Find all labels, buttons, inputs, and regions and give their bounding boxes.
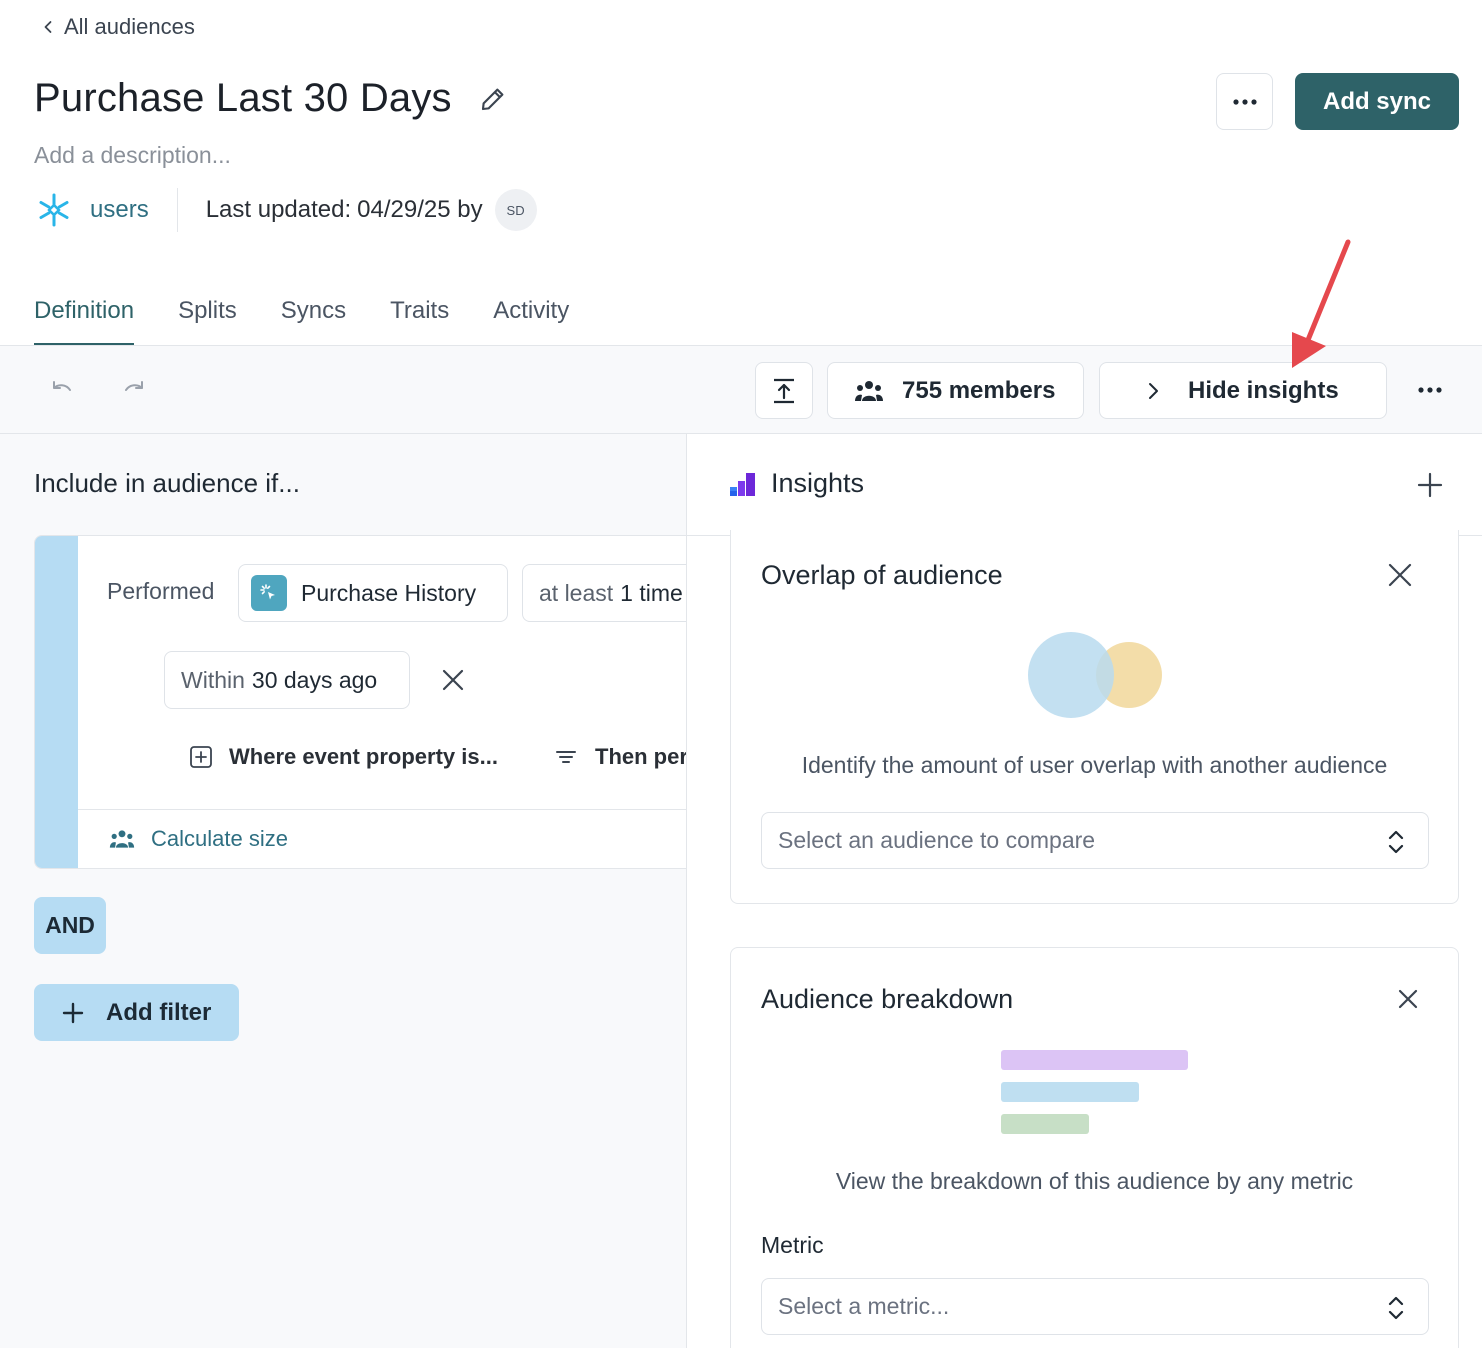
condition-stripe	[35, 536, 78, 868]
venn-diagram-illustration	[1028, 632, 1162, 718]
illustration-bar	[1001, 1082, 1139, 1102]
back-link-label: All audiences	[64, 14, 195, 39]
more-options-button[interactable]	[1216, 73, 1273, 130]
add-filter-button[interactable]: Add filter	[34, 984, 239, 1041]
source-link[interactable]: users	[36, 188, 178, 232]
ellipsis-icon	[1232, 98, 1257, 105]
insights-header: Insights	[687, 434, 1482, 536]
bar-chart-icon	[730, 472, 755, 496]
redo-icon[interactable]	[120, 378, 148, 402]
definition-heading: Include in audience if...	[34, 468, 300, 498]
back-to-audiences-link[interactable]: All audiences	[40, 14, 195, 40]
chevron-right-icon	[1149, 382, 1158, 399]
tab-syncs[interactable]: Syncs	[281, 288, 346, 346]
frequency-value: 1 time	[620, 579, 683, 606]
breakdown-card: Audience breakdown View the breakdown of…	[730, 947, 1459, 1348]
tab-definition[interactable]: Definition	[34, 288, 135, 346]
hide-insights-label: Hide insights	[1188, 376, 1339, 404]
chevron-up-down-icon	[1388, 1296, 1404, 1320]
users-icon	[855, 380, 883, 401]
avatar: SD	[494, 189, 537, 231]
source-name: users	[90, 196, 149, 223]
add-where-property-button[interactable]: Where event property is...	[189, 744, 498, 770]
toolbar-more-button[interactable]	[1410, 378, 1450, 402]
where-label: Where event property is...	[229, 744, 498, 769]
overlap-description: Identify the amount of user overlap with…	[801, 752, 1388, 778]
event-condition-card: Performed Purchase History at least 1 ti…	[34, 535, 686, 869]
then-label: Then performed	[595, 744, 686, 769]
users-icon	[109, 830, 135, 848]
breakdown-illustration	[1001, 1050, 1191, 1140]
frequency-prefix: at least	[539, 579, 614, 606]
insights-title: Insights	[771, 468, 865, 498]
undo-icon[interactable]	[48, 378, 76, 402]
then-performed-button[interactable]: Then performed	[555, 744, 686, 770]
event-name: Purchase History	[301, 579, 477, 606]
calculate-size-label: Calculate size	[151, 826, 288, 851]
within-value: 30 days ago	[251, 666, 378, 693]
frequency-select[interactable]: at least 1 time	[522, 564, 686, 622]
filter-lines-icon	[556, 751, 576, 763]
last-updated-value: 04/29/25 by	[357, 196, 483, 223]
tab-splits[interactable]: Splits	[178, 288, 237, 346]
click-event-icon	[251, 575, 287, 611]
upload-icon	[774, 378, 794, 403]
compare-audience-placeholder: Select an audience to compare	[778, 827, 1096, 853]
description-field[interactable]: Add a description...	[34, 142, 231, 169]
hide-insights-button[interactable]: Hide insights	[1099, 362, 1387, 419]
members-count-label: 755 members	[902, 376, 1056, 404]
remove-time-window-icon[interactable]	[441, 668, 465, 692]
within-prefix: Within	[181, 666, 245, 693]
illustration-bar	[1001, 1114, 1089, 1134]
tab-activity[interactable]: Activity	[493, 288, 569, 346]
overlap-title: Overlap of audience	[761, 560, 1003, 590]
tab-bar: Definition Splits Syncs Traits Activity	[34, 288, 569, 346]
export-button[interactable]	[755, 362, 813, 419]
calculate-size-button[interactable]: Calculate size	[109, 826, 288, 852]
performed-label: Performed	[107, 578, 215, 604]
plus-square-icon	[190, 746, 212, 768]
breakdown-description: View the breakdown of this audience by a…	[835, 1168, 1354, 1194]
compare-audience-select[interactable]: Select an audience to compare	[761, 812, 1429, 869]
insights-panel: Insights Overlap of audience Identify th…	[686, 434, 1482, 1348]
time-window-select[interactable]: Within 30 days ago	[164, 651, 410, 709]
chevron-up-down-icon	[1388, 830, 1404, 854]
add-filter-label: Add filter	[106, 998, 212, 1026]
last-updated-label: Last updated:	[205, 196, 352, 223]
pencil-icon[interactable]	[478, 84, 508, 114]
add-sync-button[interactable]: Add sync	[1295, 73, 1459, 130]
breakdown-title: Audience breakdown	[761, 984, 1014, 1014]
ellipsis-icon	[1418, 387, 1442, 393]
condition-divider	[78, 809, 686, 810]
close-icon[interactable]	[1387, 562, 1413, 588]
members-count-button[interactable]: 755 members	[827, 362, 1084, 419]
event-select[interactable]: Purchase History	[238, 564, 508, 622]
metric-select[interactable]: Select a metric...	[761, 1278, 1429, 1335]
metric-placeholder: Select a metric...	[778, 1293, 950, 1319]
and-operator-button[interactable]: AND	[34, 897, 106, 954]
overlap-card: Overlap of audience Identify the amount …	[730, 530, 1459, 904]
metric-label: Metric	[761, 1232, 824, 1258]
add-insight-icon[interactable]	[1417, 472, 1443, 498]
plus-icon	[62, 1002, 84, 1023]
editor-toolbar: 755 members Hide insights	[0, 346, 1482, 434]
tab-traits[interactable]: Traits	[390, 288, 449, 346]
illustration-bar	[1001, 1050, 1188, 1070]
snowflake-icon	[39, 193, 69, 227]
close-icon[interactable]	[1395, 986, 1421, 1012]
page-title: Purchase Last 30 Days	[34, 76, 452, 120]
chevron-left-icon	[44, 21, 52, 33]
definition-panel: Include in audience if... Performed Purc…	[0, 434, 686, 1348]
